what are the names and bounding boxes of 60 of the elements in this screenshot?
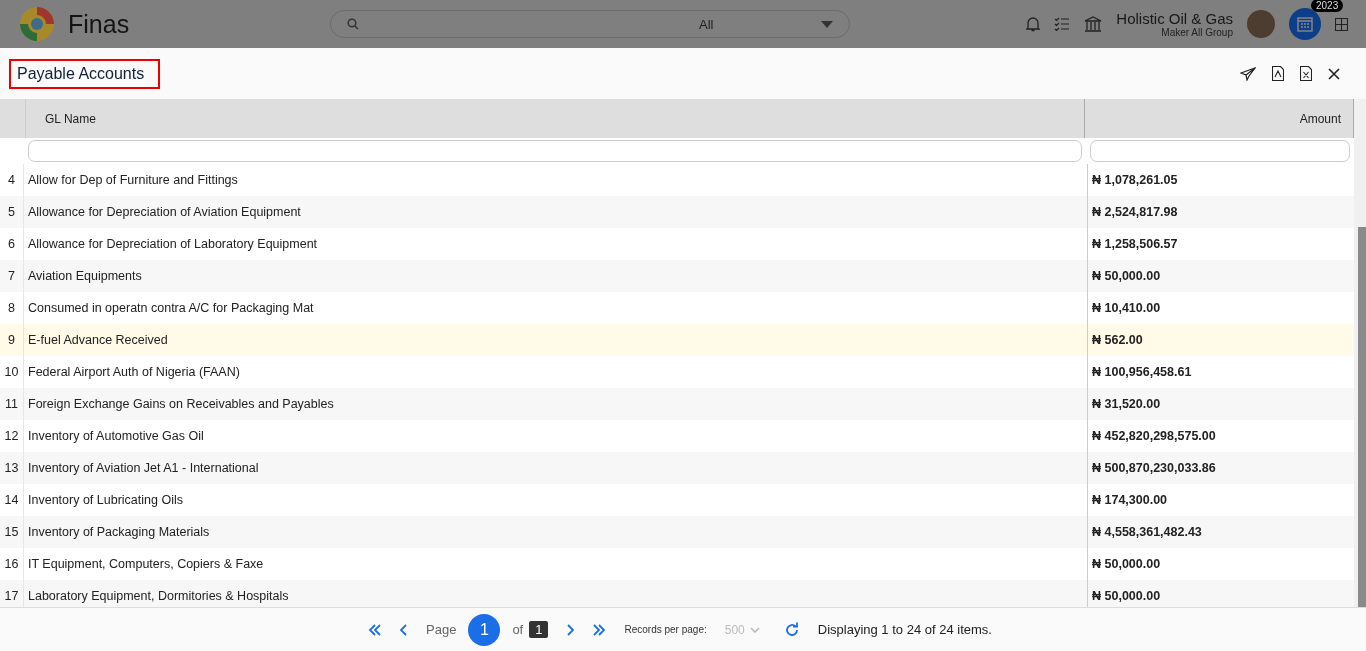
table-cell-text: ₦ 452,820,298,575.00 (1091, 428, 1217, 445)
calendar-button[interactable] (1289, 8, 1321, 40)
scope-select[interactable]: All (699, 16, 821, 32)
records-label: Records per page: (624, 624, 707, 635)
table-row[interactable]: 14 Inventory of Lubricating Oils ₦ 174,300.00 (0, 484, 1354, 516)
filter-field[interactable] (28, 140, 1082, 162)
bank-icon[interactable] (1084, 15, 1103, 33)
table-cell-text: ₦ 1,078,261.05 (1091, 172, 1179, 189)
table-cell-text: ₦ 4,558,361,482.43 (1091, 524, 1203, 541)
logo-icon (18, 5, 56, 43)
next-page-icon[interactable] (566, 623, 575, 636)
close-icon[interactable] (1328, 67, 1340, 80)
row-number: 17 (0, 580, 24, 607)
scrollbar[interactable] (1354, 99, 1366, 607)
table-cell-text: ₦ 10,410.00 (1091, 300, 1162, 317)
previous-page-icon[interactable] (400, 623, 408, 636)
table-cell-text: ₦ 50,000.00 (1091, 556, 1162, 573)
scrollbar-thumb[interactable] (1358, 227, 1366, 607)
send-icon[interactable] (1240, 66, 1256, 81)
table-cell-text: ₦ 31,520.00 (1091, 396, 1162, 413)
caret-icon (821, 20, 833, 28)
table-cell-text: ₦ 2,524,817.98 (1091, 204, 1179, 221)
table-row[interactable]: 16 IT Equipment, Computers, Copiers & Faxe ₦ 50,000.00 (0, 548, 1354, 580)
table-cell-text: ₦ 174,300.00 (1091, 492, 1169, 509)
company-name: Holistic Oil & Gas (1116, 10, 1233, 27)
chevron-down-icon (749, 626, 760, 633)
company-group: Maker All Group (1161, 27, 1233, 38)
filter-field[interactable] (1090, 140, 1350, 162)
refresh-icon[interactable] (783, 621, 800, 638)
table-row[interactable]: 4 Allow for Dep of Furniture and Fittings ₦ 1,078,261.05 (0, 164, 1354, 196)
calendar-icon (1297, 16, 1313, 32)
excel-file-icon[interactable] (1300, 66, 1312, 81)
table-row[interactable]: 12 Inventory of Automotive Gas Oil ₦ 452,820,298,575.00 (0, 420, 1354, 452)
table-cell-text: ₦ 1,258,506.57 (1091, 236, 1179, 253)
last-page-icon[interactable] (592, 623, 607, 636)
table-cell-text: ₦ 50,000.00 (1091, 268, 1162, 285)
grid-icon[interactable] (1335, 17, 1348, 31)
table-cell-text: ₦ 100,956,458.61 (1091, 364, 1193, 381)
table-cell-text: ₦ 50,000.00 (1091, 588, 1162, 605)
page-label: Page (426, 622, 457, 637)
bell-icon[interactable] (1026, 16, 1041, 32)
panel-title: Payable Accounts (9, 58, 161, 89)
page-number[interactable]: 1 (468, 613, 501, 646)
table-cell-text: ₦ 562.00 (1091, 332, 1144, 349)
total-pages: 1 (529, 621, 549, 638)
year-badge: 2023 (1311, 0, 1344, 12)
table-cell: Laboratory Equipment, Dormitories & Hospitals (24, 580, 1088, 607)
of-label: of (512, 622, 524, 637)
table-cell-text: ₦ 500,870,230,033.86 (1091, 460, 1217, 477)
pdf-file-icon[interactable] (1272, 66, 1284, 81)
avatar[interactable] (1247, 10, 1275, 38)
app-name: Finas (68, 9, 130, 39)
search-icon (347, 18, 359, 30)
table-row[interactable]: 10 Federal Airport Auth of Nigeria (FAAN) ₦ 100,956,458.61 (0, 356, 1354, 388)
checklist-icon[interactable] (1054, 17, 1071, 31)
table-row[interactable]: 8 Consumed in operatn contra A/C for Packaging Mat ₦ 10,410.00 (0, 292, 1354, 324)
table-row[interactable]: 6 Allowance for Depreciation of Laboratory Equipment ₦ 1,258,506.57 (0, 228, 1354, 260)
first-page-icon[interactable] (368, 623, 382, 636)
table-row[interactable]: 9 E-fuel Advance Received ₦ 562.00 (0, 324, 1354, 356)
summary-text: Displaying 1 to 24 of 24 items. (817, 622, 992, 637)
